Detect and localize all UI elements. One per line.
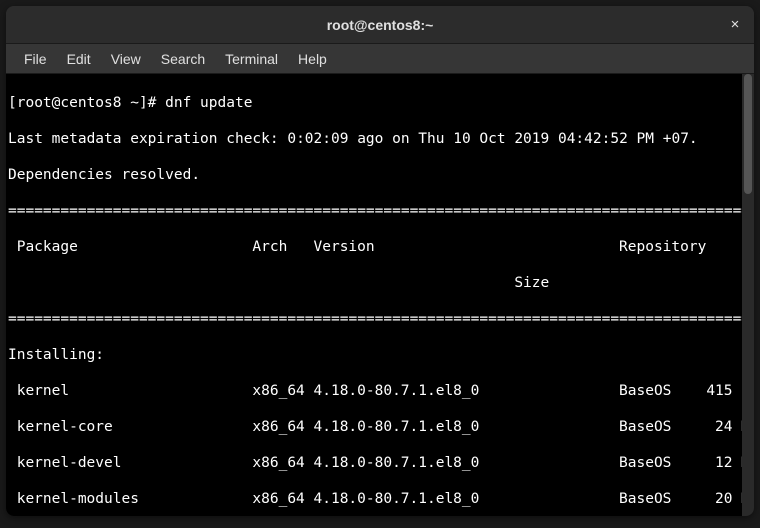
- table-header: PackageArchVersionRepository: [8, 238, 742, 256]
- hdr-package: Package: [17, 238, 253, 256]
- menu-view[interactable]: View: [101, 47, 151, 71]
- divider: ========================================…: [8, 310, 742, 328]
- window-title: root@centos8:~: [327, 17, 434, 33]
- prompt-line: [root@centos8 ~]# dnf update: [8, 94, 742, 112]
- scrollbar-thumb[interactable]: [744, 74, 752, 194]
- titlebar: root@centos8:~ ×: [6, 6, 754, 44]
- hdr-size: Size: [8, 274, 549, 292]
- table-row: kernel-develx86_644.18.0-80.7.1.el8_0Bas…: [8, 454, 742, 472]
- menu-terminal[interactable]: Terminal: [215, 47, 288, 71]
- terminal-window: root@centos8:~ × File Edit View Search T…: [6, 6, 754, 516]
- scrollbar[interactable]: [742, 74, 754, 516]
- deps-line: Dependencies resolved.: [8, 166, 742, 184]
- table-row: kernel-modulesx86_644.18.0-80.7.1.el8_0B…: [8, 490, 742, 508]
- meta-line: Last metadata expiration check: 0:02:09 …: [8, 130, 742, 148]
- hdr-repo: Repository: [619, 238, 706, 256]
- table-row: kernel-corex86_644.18.0-80.7.1.el8_0Base…: [8, 418, 742, 436]
- close-icon[interactable]: ×: [726, 16, 744, 34]
- menu-file[interactable]: File: [14, 47, 57, 71]
- divider: ========================================…: [8, 202, 742, 220]
- table-header-size: Size: [8, 274, 742, 292]
- hdr-arch: Arch: [252, 238, 313, 256]
- terminal-area: [root@centos8 ~]# dnf update Last metada…: [6, 74, 754, 516]
- installing-label: Installing:: [8, 346, 742, 364]
- menu-help[interactable]: Help: [288, 47, 337, 71]
- table-row: kernelx86_644.18.0-80.7.1.el8_0BaseOS415…: [8, 382, 742, 400]
- hdr-version: Version: [314, 238, 620, 256]
- terminal-output[interactable]: [root@centos8 ~]# dnf update Last metada…: [6, 74, 742, 516]
- menu-search[interactable]: Search: [151, 47, 215, 71]
- menubar: File Edit View Search Terminal Help: [6, 44, 754, 74]
- menu-edit[interactable]: Edit: [57, 47, 101, 71]
